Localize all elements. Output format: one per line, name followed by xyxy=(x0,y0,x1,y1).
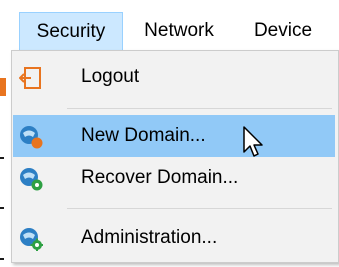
menu-item-logout[interactable]: Logout xyxy=(13,56,335,98)
menu-item-administration[interactable]: Administration... xyxy=(13,217,335,259)
administration-icon xyxy=(20,228,43,251)
background-window-fragment xyxy=(0,207,4,209)
menu-item-label: Logout xyxy=(81,66,140,87)
menu-item-label: New Domain... xyxy=(81,125,206,146)
security-dropdown-menu: Logout New Domain... Recover Domain... A… xyxy=(11,50,339,263)
menu-item-label: Recover Domain... xyxy=(81,167,239,188)
menu-device-label: Device xyxy=(253,20,313,41)
recover-domain-icon xyxy=(20,168,43,191)
app-window: Security Network Device Logout New Domai… xyxy=(0,0,339,267)
mouse-cursor-icon xyxy=(243,126,263,157)
background-window-fragment xyxy=(0,157,4,159)
background-window-fragment xyxy=(0,258,4,260)
menu-network[interactable]: Network xyxy=(128,12,230,50)
menu-separator xyxy=(67,208,332,209)
menu-separator xyxy=(67,108,332,109)
background-window-fragment xyxy=(0,78,6,96)
menu-network-label: Network xyxy=(144,20,214,41)
menu-security-label: Security xyxy=(36,20,106,42)
new-domain-icon xyxy=(20,126,43,149)
menu-security[interactable]: Security xyxy=(19,12,123,50)
menu-item-recover-domain[interactable]: Recover Domain... xyxy=(13,157,335,199)
logout-icon xyxy=(19,67,41,89)
menu-device[interactable]: Device xyxy=(238,12,328,50)
menu-item-label: Administration... xyxy=(81,227,218,248)
menu-item-new-domain[interactable]: New Domain... xyxy=(13,115,335,157)
menubar: Security Network Device xyxy=(0,0,339,50)
